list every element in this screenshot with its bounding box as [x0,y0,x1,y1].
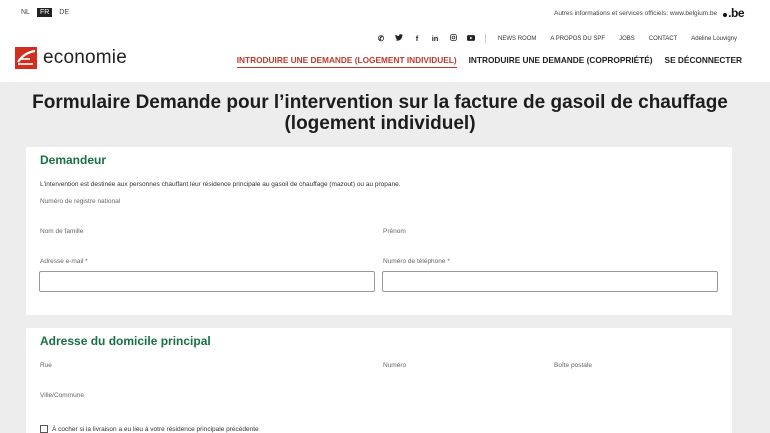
address-section: Adresse du domicile principal Rue Numéro… [26,328,732,433]
twitter-icon[interactable] [390,34,408,43]
phone-label: Numéro de téléphone * [383,258,450,265]
applicant-section-title: Demandeur [40,153,107,167]
top-navigation: ✆ f in NEWS ROOM A PROPOS DU SPF JOBS CO… [372,34,744,43]
belgium-text: Autres informations et services officiel… [553,9,718,17]
instagram-icon[interactable] [444,34,462,43]
linkedin-icon[interactable]: in [426,34,444,43]
youtube-icon[interactable] [462,34,480,43]
previous-residence-label: À cocher si la livraison a eu lieu à vot… [52,425,259,433]
lang-fr[interactable]: FR [36,8,53,17]
be-logo-text: .be [728,6,744,20]
contact-link[interactable]: CONTACT [642,36,685,42]
main-navigation: INTRODUIRE UNE DEMANDE (LOGEMENT INDIVID… [236,55,742,68]
news-room-link[interactable]: NEWS ROOM [491,36,543,42]
lang-de[interactable]: DE [56,8,72,17]
nav-individual-request[interactable]: INTRODUIRE UNE DEMANDE (LOGEMENT INDIVID… [236,55,457,68]
brand-logo[interactable]: economie [15,47,127,69]
phone-field[interactable] [382,271,718,292]
belgium-link[interactable]: Autres informations et services officiel… [553,6,745,20]
lang-nl[interactable]: NL [18,8,33,17]
about-link[interactable]: A PROPOS DU SPF [543,36,612,42]
phone-icon[interactable]: ✆ [372,34,390,43]
lastname-label: Nom de famille [40,228,84,235]
language-switcher: NL FR DE [18,8,72,17]
box-label: Boîte postale [554,362,592,369]
divider [485,34,487,43]
site-header: NL FR DE Autres informations et services… [0,0,770,82]
jobs-link[interactable]: JOBS [612,36,642,42]
email-label: Adresse e-mail * [40,258,88,265]
applicant-intro: L'intervention est destinée aux personne… [40,181,401,188]
firstname-label: Prénom [383,228,406,235]
brand-name: economie [43,47,127,68]
economie-logo-mark [15,47,37,69]
user-name[interactable]: Adeline Louvigny [684,36,744,42]
street-label: Rue [40,362,52,369]
number-label: Numéro [383,362,407,369]
national-register-label: Numéro de registre national [40,198,121,205]
applicant-section: Demandeur L'intervention est destinée au… [26,147,732,315]
facebook-icon[interactable]: f [408,34,426,43]
email-field[interactable] [39,271,375,292]
be-logo: .be [723,6,744,20]
nav-coownership-request[interactable]: INTRODUIRE UNE DEMANDE (COPROPRIÉTÉ) [469,55,653,68]
page-title: Formulaire Demande pour l’intervention s… [32,92,728,134]
city-label: Ville/Commune [40,392,84,399]
nav-logout[interactable]: SE DÉCONNECTER [665,55,742,68]
address-section-title: Adresse du domicile principal [40,334,211,348]
previous-residence-checkbox[interactable] [40,425,48,433]
previous-residence-option[interactable]: À cocher si la livraison a eu lieu à vot… [40,425,259,433]
